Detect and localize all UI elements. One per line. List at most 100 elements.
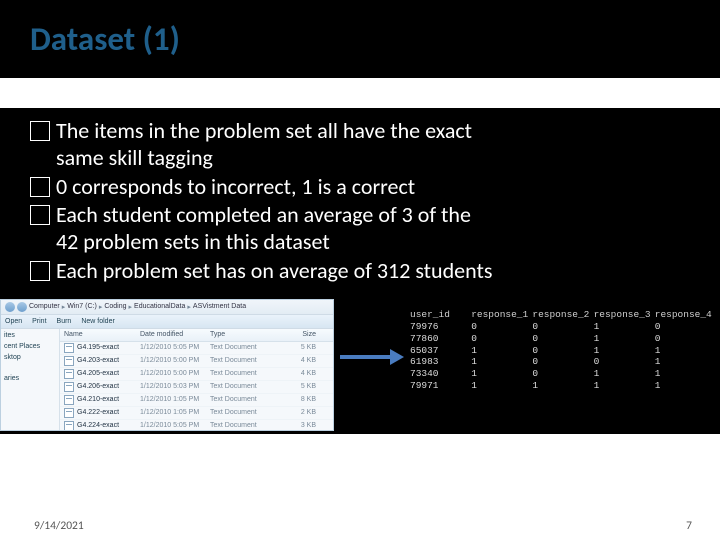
data-cell: 0 xyxy=(471,333,532,345)
file-size: 2 KB xyxy=(276,409,322,416)
file-row[interactable]: G4.224-exact1/12/2010 5:05 PMText Docume… xyxy=(60,420,333,430)
print-button[interactable]: Print xyxy=(32,318,46,325)
bullet-text: The items in the problem set all have th… xyxy=(56,118,472,145)
bullet-square-icon xyxy=(30,261,50,281)
file-date: 1/12/2010 5:00 PM xyxy=(140,370,210,377)
data-cell: 0 xyxy=(532,368,593,380)
sidebar-group: aries xyxy=(4,375,56,382)
document-icon xyxy=(64,356,74,366)
data-cell: 73340 xyxy=(410,368,471,380)
explorer-sidebar: ites cent Places sktop aries xyxy=(1,329,60,430)
data-cell: 1 xyxy=(655,345,716,357)
breadcrumb-segment[interactable]: EducationalData xyxy=(134,303,185,310)
col-response-1: response_1 xyxy=(471,309,532,321)
file-name: G4.195-exact xyxy=(77,344,119,351)
bullet-square-icon xyxy=(30,121,50,141)
file-row[interactable]: G4.206-exact1/12/2010 5:03 PMText Docume… xyxy=(60,381,333,394)
spacer xyxy=(0,78,720,108)
nav-back-icon[interactable] xyxy=(5,302,15,312)
file-date: 1/12/2010 5:00 PM xyxy=(140,357,210,364)
file-type: Text Document xyxy=(210,383,276,390)
file-type: Text Document xyxy=(210,357,276,364)
sidebar-separator xyxy=(4,365,56,371)
data-row: 778600010 xyxy=(410,333,716,345)
file-size: 5 KB xyxy=(276,344,322,351)
column-header-name[interactable]: Name xyxy=(60,331,140,338)
chevron-right-icon: ▸ xyxy=(62,303,66,311)
slide-title: Dataset (1) xyxy=(30,19,180,59)
breadcrumb-segment[interactable]: ASVistment Data xyxy=(193,303,246,310)
breadcrumb-segment[interactable]: Win7 (C:) xyxy=(67,303,97,310)
sidebar-group: ites xyxy=(4,332,56,339)
breadcrumb-segment[interactable]: Computer xyxy=(29,303,60,310)
file-row[interactable]: G4.205-exact 1/12/2010 5:00 PMText Docume… xyxy=(60,368,333,381)
data-cell: 1 xyxy=(594,321,655,333)
column-header-date[interactable]: Date modified xyxy=(140,331,210,338)
file-name: G4.222-exact xyxy=(77,409,119,416)
col-response-3: response_3 xyxy=(594,309,655,321)
file-size: 8 KB xyxy=(276,396,322,403)
data-row: 619831001 xyxy=(410,356,716,368)
file-row[interactable]: G4.210-exact1/12/2010 1:05 PMText Docume… xyxy=(60,394,333,407)
file-type: Text Document xyxy=(210,370,276,377)
file-row[interactable]: G4.195-exact1/12/2010 5:05 PMText Docume… xyxy=(60,342,333,355)
burn-button[interactable]: Burn xyxy=(57,318,72,325)
data-cell: 1 xyxy=(471,368,532,380)
data-cell: 61983 xyxy=(410,356,471,368)
data-cell: 1 xyxy=(655,368,716,380)
data-cell: 1 xyxy=(594,345,655,357)
file-type: Text Document xyxy=(210,409,276,416)
file-row[interactable]: G4.203-exact1/12/2010 5:00 PMText Docume… xyxy=(60,355,333,368)
document-icon xyxy=(64,421,74,430)
data-cell: 77860 xyxy=(410,333,471,345)
data-cell: 1 xyxy=(594,380,655,392)
file-size: 5 KB xyxy=(276,383,322,390)
file-type: Text Document xyxy=(210,396,276,403)
open-button[interactable]: Open xyxy=(5,318,22,325)
bullet-item: 0 corresponds to incorrect, 1 is a corre… xyxy=(30,174,690,201)
bullet-continuation: 42 problem sets in this dataset xyxy=(30,229,690,256)
file-list-header: Name Date modified Type Size xyxy=(60,329,333,342)
data-cell: 1 xyxy=(532,380,593,392)
file-size: 4 KB xyxy=(276,357,322,364)
file-list: Name Date modified Type Size G4.195-exac… xyxy=(60,329,333,430)
document-icon xyxy=(64,369,74,379)
file-name: G4.205-exact xyxy=(77,370,119,377)
data-cell: 0 xyxy=(471,321,532,333)
breadcrumb-segment[interactable]: Coding xyxy=(104,303,126,310)
data-cell: 1 xyxy=(594,333,655,345)
footer-page-number: 7 xyxy=(686,519,692,533)
data-cell: 79976 xyxy=(410,321,471,333)
column-header-type[interactable]: Type xyxy=(210,331,276,338)
data-row: 733401011 xyxy=(410,368,716,380)
bullet-text: Each problem set has on average of 312 s… xyxy=(56,258,492,285)
explorer-toolbar: Open Print Burn New folder xyxy=(1,315,333,329)
data-row: 799760010 xyxy=(410,321,716,333)
file-row[interactable]: G4.222-exact1/12/2010 1:05 PMText Docume… xyxy=(60,407,333,420)
new-folder-button[interactable]: New folder xyxy=(81,318,114,325)
chevron-right-icon: ▸ xyxy=(99,303,103,311)
data-preview-table: user_id response_1 response_2 response_3… xyxy=(410,309,716,392)
data-header-row: user_id response_1 response_2 response_3… xyxy=(410,309,716,321)
nav-forward-icon[interactable] xyxy=(17,302,27,312)
sidebar-item[interactable]: cent Places xyxy=(4,343,56,350)
sidebar-item[interactable]: sktop xyxy=(4,354,56,361)
arrow-right-icon xyxy=(340,349,404,365)
bullet-block: The items in the problem set all have th… xyxy=(0,108,720,299)
data-cell: 1 xyxy=(471,380,532,392)
file-size: 3 KB xyxy=(276,422,322,429)
bullet-item: Each problem set has on average of 312 s… xyxy=(30,258,690,285)
file-size: 4 KB xyxy=(276,370,322,377)
data-cell: 0 xyxy=(532,345,593,357)
file-name: G4.206-exact xyxy=(77,383,119,390)
data-cell: 1 xyxy=(594,368,655,380)
data-cell: 0 xyxy=(532,321,593,333)
col-response-4: response_4 xyxy=(655,309,716,321)
column-header-size[interactable]: Size xyxy=(276,331,322,338)
data-cell: 0 xyxy=(532,333,593,345)
figure-area: Computer▸ Win7 (C:)▸ Coding▸ Educational… xyxy=(0,299,720,434)
data-row: 650371011 xyxy=(410,345,716,357)
file-explorer: Computer▸ Win7 (C:)▸ Coding▸ Educational… xyxy=(0,299,334,431)
slide-footer: 9/14/2021 7 xyxy=(0,512,720,540)
bullet-square-icon xyxy=(30,177,50,197)
